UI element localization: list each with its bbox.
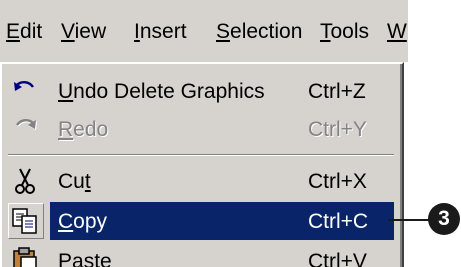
menu-selection[interactable]: Selection	[216, 20, 302, 44]
menu-edit[interactable]: Edit	[6, 20, 42, 44]
menu-item-shortcut: Ctrl+Z	[308, 80, 366, 103]
menu-item-undo[interactable]: Undo Delete Graphics Ctrl+Z	[8, 72, 394, 110]
menu-item-copy[interactable]: Copy Ctrl+C	[8, 202, 394, 240]
menu-bar: Edit View Insert Selection Tools W	[0, 0, 409, 62]
menu-item-label: Paste	[58, 250, 112, 267]
menu-window[interactable]: W	[387, 20, 407, 44]
menu-item-label: Copy	[58, 210, 108, 233]
menu-item-label: Redo	[58, 118, 109, 141]
copy-icon	[10, 206, 40, 236]
menu-item-shortcut: Ctrl+C	[308, 210, 369, 233]
callout-number-badge: 3	[428, 203, 460, 235]
menu-item-label: Cut	[58, 170, 91, 193]
menu-view[interactable]: View	[61, 20, 106, 44]
menu-tools[interactable]: Tools	[320, 20, 369, 44]
screenshot-stage: Edit View Insert Selection Tools W Undo …	[0, 0, 461, 267]
menu-item-cut[interactable]: Cut Ctrl+X	[8, 162, 394, 200]
scissors-icon	[10, 166, 40, 196]
redo-icon	[10, 114, 40, 144]
menu-insert[interactable]: Insert	[134, 20, 187, 44]
menu-item-shortcut: Ctrl+X	[308, 170, 367, 193]
menu-item-shortcut: Ctrl+Y	[308, 118, 367, 141]
paste-icon	[10, 246, 40, 267]
menu-item-label: Undo Delete Graphics	[58, 80, 265, 103]
undo-icon	[10, 76, 40, 106]
menu-item-redo: Redo Ctrl+Y	[8, 110, 394, 148]
menu-item-shortcut: Ctrl+V	[308, 250, 367, 267]
menu-separator	[8, 154, 394, 156]
edit-menu-dropdown: Undo Delete Graphics Ctrl+Z Redo Ctrl+Y	[0, 62, 404, 267]
menu-item-paste[interactable]: Paste Ctrl+V	[8, 242, 394, 267]
